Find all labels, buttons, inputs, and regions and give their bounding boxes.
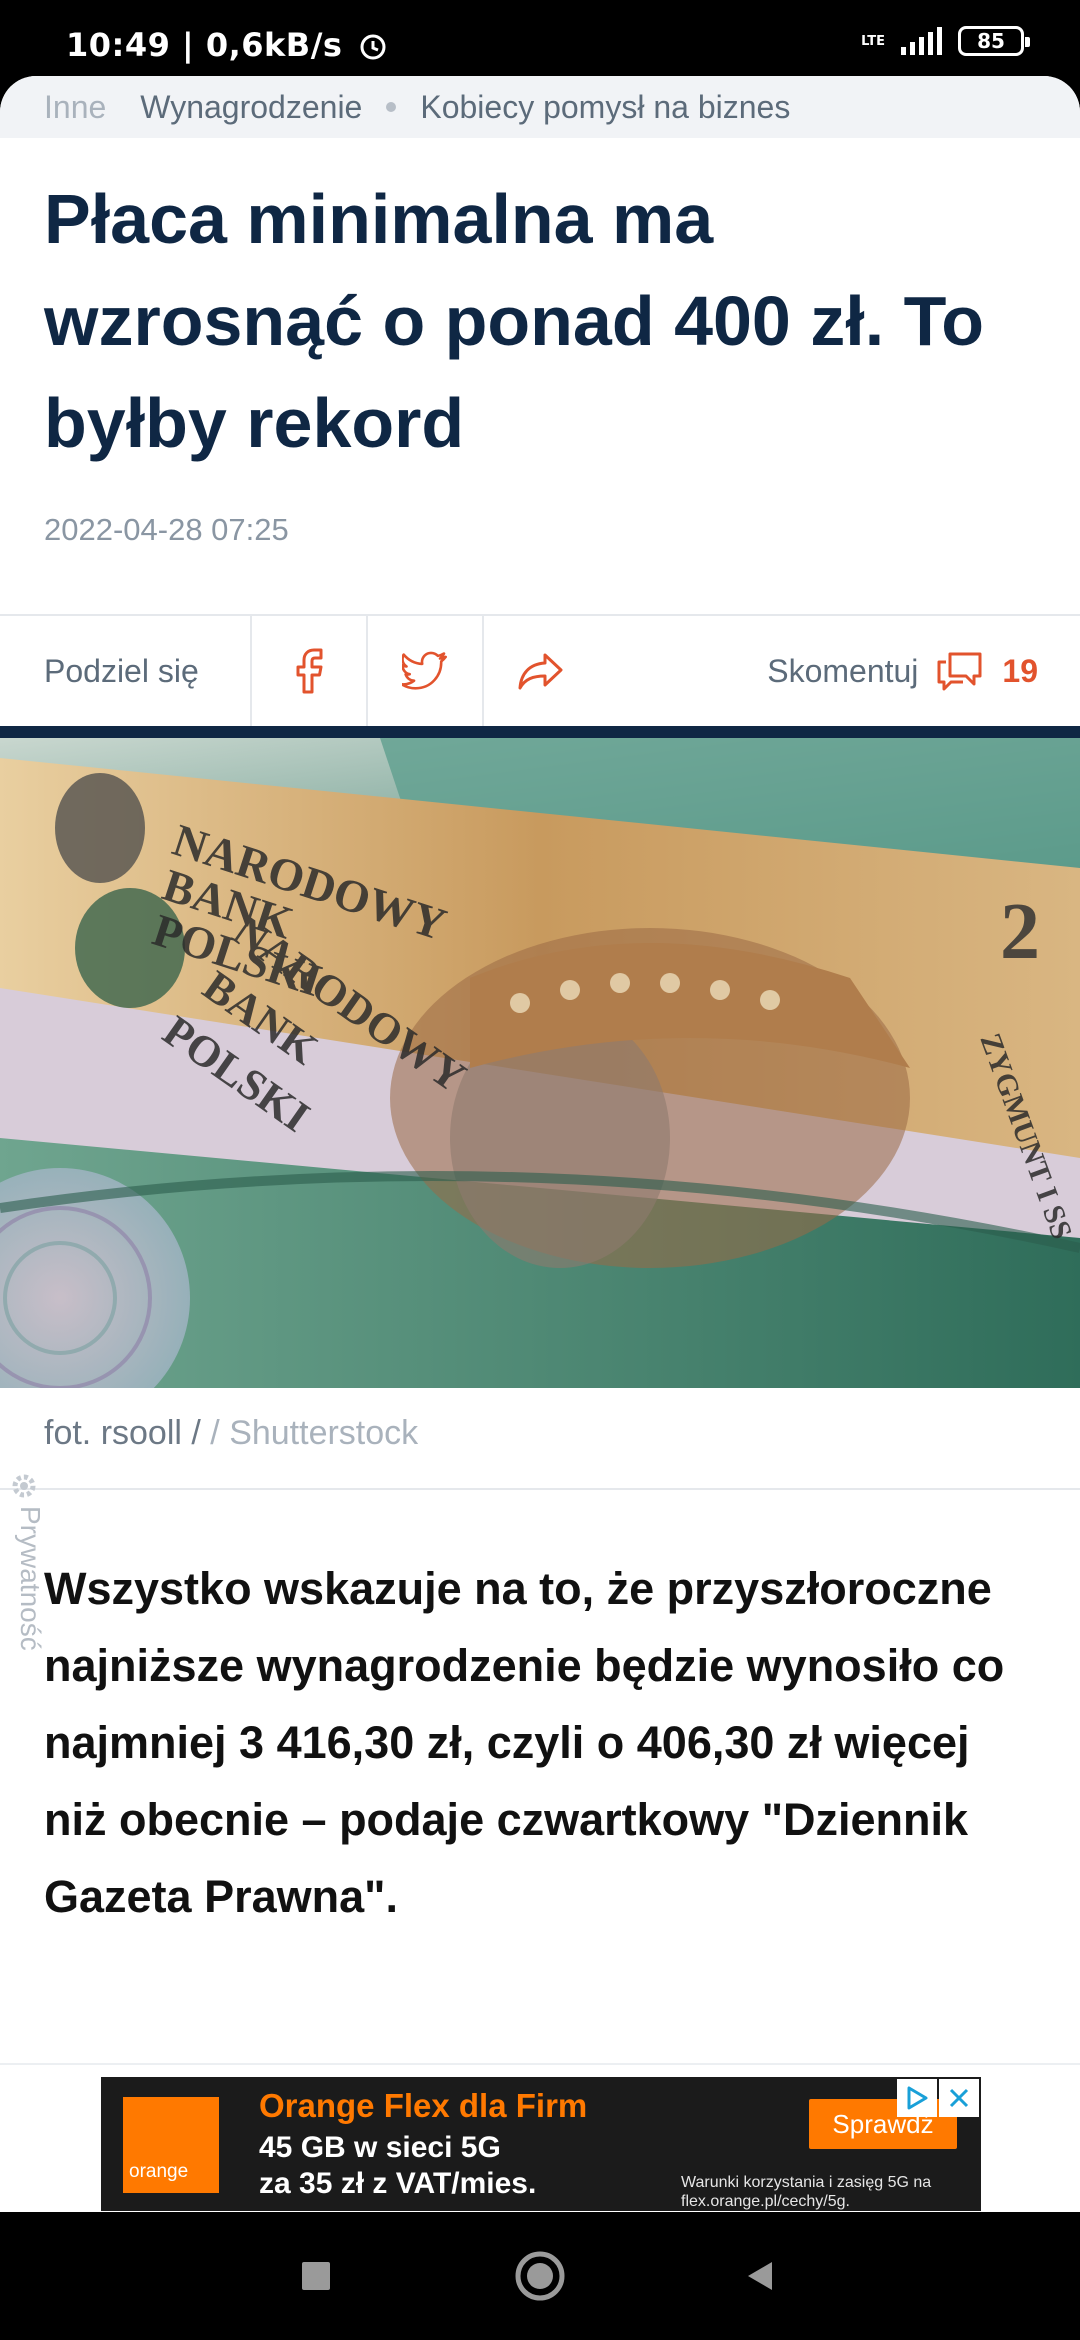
home-circle-icon — [515, 2251, 565, 2301]
photo-credit: fot. rsooll / / Shutterstock — [44, 1414, 419, 1452]
status-bar: 10:49 | 0,6kB/s LTE 85 — [0, 0, 1080, 78]
twitter-share-button[interactable] — [366, 616, 482, 726]
hero-image[interactable]: NARODOWY BANK POLSKI NARODOWY BANK POLSK… — [0, 738, 1080, 1388]
comment-link[interactable]: Skomentuj 19 — [767, 650, 1080, 692]
battery-icon: 85 — [958, 26, 1030, 56]
close-icon — [949, 2088, 969, 2108]
gear-icon[interactable] — [6, 1468, 42, 1504]
image-divider — [0, 726, 1080, 738]
share-bar: Podziel się Skomentuj 19 — [0, 614, 1080, 726]
facebook-share-button[interactable] — [250, 616, 366, 726]
comment-count: 19 — [1002, 652, 1038, 689]
back-triangle-icon — [748, 2262, 772, 2290]
breadcrumb-item-inne[interactable]: Inne — [44, 89, 106, 126]
breadcrumb-separator — [386, 102, 397, 112]
ad-line-1: 45 GB w sieci 5G — [259, 2131, 501, 2164]
share-label: Podziel się — [44, 652, 199, 689]
status-time: 10:49 | 0,6kB/s — [66, 26, 388, 64]
twitter-icon — [402, 651, 447, 690]
navigation-bar — [0, 2212, 1080, 2340]
adchoices-icon — [907, 2086, 928, 2110]
network-type: LTE — [861, 33, 885, 49]
article-title: Płaca minimalna ma wzrosnąć o ponad 400 … — [44, 180, 984, 462]
adchoices-button[interactable] — [897, 2079, 937, 2117]
credit-divider — [0, 1488, 1080, 1490]
share-arrow-icon — [518, 653, 563, 690]
ad-banner-zone: orange Orange Flex dla Firm 45 GB w siec… — [0, 2063, 1080, 2212]
article-lead: Wszystko wskazuje na to, że przyszłorocz… — [44, 1563, 1005, 1922]
privacy-label[interactable]: Prywatność — [14, 1506, 46, 1651]
stop-square-icon — [302, 2262, 330, 2290]
back-button[interactable] — [730, 2246, 790, 2306]
facebook-icon — [296, 648, 323, 694]
ad-close-button[interactable] — [939, 2079, 979, 2117]
ad-terms-note: Warunki korzystania i zasięg 5G na flex.… — [681, 2174, 932, 2210]
breadcrumb: Inne Wynagrodzenie Kobiecy pomysł na biz… — [0, 76, 1080, 138]
ad-banner[interactable]: orange Orange Flex dla Firm 45 GB w siec… — [101, 2077, 981, 2211]
ad-headline: Orange Flex dla Firm — [259, 2087, 588, 2124]
signal-icon — [901, 27, 942, 55]
comment-icon — [937, 652, 982, 691]
ad-choices — [897, 2079, 979, 2117]
article-date: 2022-04-28 07:25 — [44, 512, 289, 547]
share-button[interactable] — [482, 616, 598, 726]
banknotes-illustration: NARODOWY BANK POLSKI NARODOWY BANK POLSK… — [0, 738, 1080, 1388]
home-button[interactable] — [510, 2246, 570, 2306]
ad-line-2: za 35 zł z VAT/mies. — [259, 2167, 537, 2200]
alarm-icon — [360, 34, 386, 60]
article-page: Inne Wynagrodzenie Kobiecy pomysł na biz… — [0, 76, 1080, 2212]
svg-text:2: 2 — [1000, 888, 1040, 976]
comment-label: Skomentuj — [767, 652, 919, 689]
orange-logo: orange — [123, 2097, 219, 2193]
breadcrumb-item-kobiecy-pomysl[interactable]: Kobiecy pomysł na biznes — [420, 89, 790, 126]
recents-button[interactable] — [286, 2246, 346, 2306]
breadcrumb-item-wynagrodzenie[interactable]: Wynagrodzenie — [140, 89, 362, 126]
